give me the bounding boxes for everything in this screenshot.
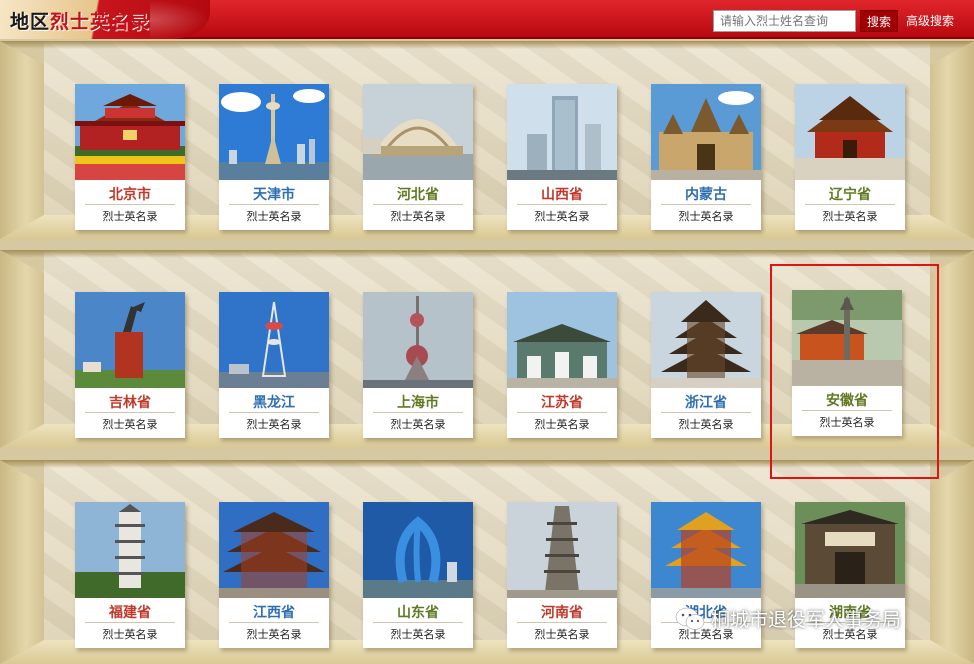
card-divider: [85, 412, 175, 413]
card-subtitle: 烈士英名录: [534, 628, 590, 641]
card-subtitle: 烈士英名录: [534, 210, 590, 223]
province-name: 辽宁省: [829, 187, 871, 203]
province-card-neimenggu[interactable]: 内蒙古 烈士英名录: [651, 84, 761, 230]
card-divider: [517, 622, 607, 623]
card-divider: [229, 204, 319, 205]
province-card-shanxi[interactable]: 山西省 烈士英名录: [507, 84, 617, 230]
card-subtitle: 烈士英名录: [534, 418, 590, 431]
card-subtitle: 烈士英名录: [246, 418, 302, 431]
province-name: 浙江省: [685, 395, 727, 411]
martyr-name-search-input[interactable]: [713, 10, 856, 32]
province-card-liaoning[interactable]: 辽宁省 烈士英名录: [795, 84, 905, 230]
card-divider: [517, 412, 607, 413]
jilin-monument-photo: [75, 292, 185, 388]
card-subtitle: 烈士英名录: [102, 418, 158, 431]
card-subtitle: 烈士英名录: [390, 210, 446, 223]
shelf-right-wall: [930, 460, 974, 664]
province-name: 福建省: [109, 605, 151, 621]
province-card-jiangsu[interactable]: 江苏省 烈士英名录: [507, 292, 617, 438]
card-divider: [85, 622, 175, 623]
card-subtitle: 烈士英名录: [678, 210, 734, 223]
province-card-shandong[interactable]: 山东省 烈士英名录: [363, 502, 473, 648]
card-divider: [661, 412, 751, 413]
province-card-beijing[interactable]: 北京市 烈士英名录: [75, 84, 185, 230]
province-name: 黑龙江: [253, 395, 295, 411]
card-divider: [373, 412, 463, 413]
province-card-heilongjiang[interactable]: 黑龙江 烈士英名录: [219, 292, 329, 438]
card-subtitle: 烈士英名录: [390, 418, 446, 431]
jiangsu-gate-photo: [507, 292, 617, 388]
shelf-left-wall: [0, 250, 44, 448]
card-divider: [373, 204, 463, 205]
card-divider: [229, 622, 319, 623]
liaoning-palace-photo: [795, 84, 905, 180]
tiananmen-photo: [75, 84, 185, 180]
tianjin-tower-photo: [219, 84, 329, 180]
province-name: 河北省: [397, 187, 439, 203]
province-card-shanghai[interactable]: 上海市 烈士英名录: [363, 292, 473, 438]
province-card-tianjin[interactable]: 天津市 烈士英名录: [219, 84, 329, 230]
province-name: 天津市: [253, 187, 295, 203]
wechat-icon: [675, 606, 705, 632]
site-logo[interactable]: 地区烈士英名录: [10, 7, 150, 34]
card-subtitle: 烈士英名录: [678, 418, 734, 431]
province-name: 江西省: [253, 605, 295, 621]
fujian-pagoda-photo: [75, 502, 185, 598]
province-card-jilin[interactable]: 吉林省 烈士英名录: [75, 292, 185, 438]
province-name: 山东省: [397, 605, 439, 621]
province-name: 山西省: [541, 187, 583, 203]
card-subtitle: 烈士英名录: [822, 210, 878, 223]
province-card-zhejiang[interactable]: 浙江省 烈士英名录: [651, 292, 761, 438]
heilongjiang-tower-photo: [219, 292, 329, 388]
zhejiang-pagoda-photo: [651, 292, 761, 388]
province-card-hebei[interactable]: 河北省 烈士英名录: [363, 84, 473, 230]
wechat-watermark: 桐城市退役军人事务局: [675, 605, 901, 632]
shanghai-pearl-tower-photo: [363, 292, 473, 388]
hebei-stadium-photo: [363, 84, 473, 180]
card-subtitle: 烈士英名录: [102, 210, 158, 223]
province-card-henan[interactable]: 河南省 烈士英名录: [507, 502, 617, 648]
logo-accent: 烈士英名录: [50, 11, 151, 33]
province-name: 内蒙古: [685, 187, 727, 203]
province-card-fujian[interactable]: 福建省 烈士英名录: [75, 502, 185, 648]
anhui-highlight-box: [770, 264, 939, 479]
shelf-left-wall: [0, 460, 44, 664]
card-subtitle: 烈士英名录: [246, 210, 302, 223]
shelf-top-edge: [0, 250, 974, 258]
card-divider: [85, 204, 175, 205]
province-name: 江苏省: [541, 395, 583, 411]
province-name: 河南省: [541, 605, 583, 621]
logo-prefix: 地区: [10, 11, 51, 33]
advanced-search-link[interactable]: 高级搜索: [906, 12, 954, 29]
shelf-left-wall: [0, 41, 44, 239]
shelf-top-edge: [0, 41, 974, 49]
card-subtitle: 烈士英名录: [246, 628, 302, 641]
province-card-jiangxi[interactable]: 江西省 烈士英名录: [219, 502, 329, 648]
province-name: 吉林省: [109, 395, 151, 411]
card-divider: [805, 204, 895, 205]
hunan-academy-photo: [795, 502, 905, 598]
shandong-sculpture-photo: [363, 502, 473, 598]
top-header-bar: 地区烈士英名录 搜索 高级搜索: [0, 0, 974, 39]
hubei-yellow-crane-tower-photo: [651, 502, 761, 598]
search-button[interactable]: 搜索: [860, 10, 898, 32]
henan-pagoda-photo: [507, 502, 617, 598]
card-divider: [517, 204, 607, 205]
watermark-text: 桐城市退役军人事务局: [711, 609, 902, 631]
province-name: 上海市: [397, 395, 439, 411]
card-subtitle: 烈士英名录: [102, 628, 158, 641]
jiangxi-pavilion-photo: [219, 502, 329, 598]
province-name: 北京市: [109, 187, 151, 203]
card-subtitle: 烈士英名录: [390, 628, 446, 641]
shanxi-building-photo: [507, 84, 617, 180]
card-divider: [373, 622, 463, 623]
card-divider: [229, 412, 319, 413]
card-divider: [661, 204, 751, 205]
shelf-right-wall: [930, 41, 974, 239]
neimenggu-temple-photo: [651, 84, 761, 180]
